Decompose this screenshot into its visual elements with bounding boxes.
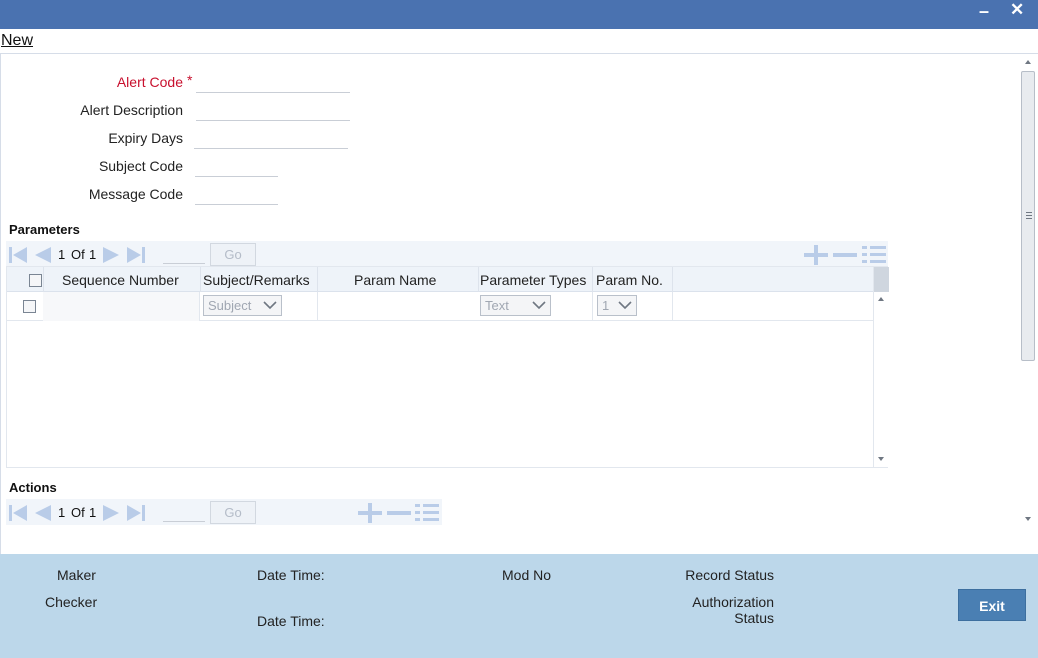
row-details-icon[interactable] [861, 245, 887, 265]
expiry-days-label: Expiry Days [108, 130, 183, 146]
param-no-select[interactable]: 1 [597, 295, 637, 316]
go-button[interactable]: Go [210, 501, 256, 524]
audit-footer: Maker Checker Date Time: Date Time: Mod … [0, 554, 1038, 658]
add-row-icon[interactable] [357, 503, 383, 523]
parameter-type-select[interactable]: Text [480, 295, 551, 316]
maker-date-time-label: Date Time: [257, 567, 325, 583]
close-icon[interactable]: ✕ [1010, 1, 1024, 19]
param-type-select-value: Text [485, 298, 509, 313]
alert-code-input[interactable] [196, 75, 350, 93]
scroll-thumb[interactable] [1021, 71, 1035, 361]
first-page-icon[interactable] [8, 504, 28, 522]
go-button[interactable]: Go [210, 243, 256, 266]
row-checkbox[interactable] [23, 300, 36, 313]
title-bar: – ✕ [0, 0, 1038, 29]
prev-page-icon[interactable] [32, 504, 52, 522]
subject-select-value: Subject [208, 298, 252, 313]
exit-button[interactable]: Exit [958, 589, 1026, 621]
message-code-label: Message Code [88, 186, 183, 202]
param-no-select-value: 1 [602, 298, 610, 313]
add-row-icon[interactable] [803, 245, 829, 265]
table-row: Subject Text 1 [7, 292, 873, 321]
record-status-label: Record Status [685, 567, 774, 583]
parameters-grid: Sequence Number Subject/Remarks Param Na… [6, 266, 889, 468]
next-page-icon[interactable] [102, 246, 122, 264]
page-of-text: Of [71, 505, 85, 520]
scroll-down-icon[interactable] [1025, 517, 1031, 521]
last-page-icon[interactable] [126, 504, 146, 522]
checker-date-time-label: Date Time: [257, 613, 325, 629]
last-page-icon[interactable] [126, 246, 146, 264]
minimize-icon[interactable]: – [979, 2, 989, 20]
scroll-up-icon[interactable] [1025, 60, 1031, 64]
column-subject-remarks[interactable]: Subject/Remarks [203, 272, 310, 288]
page-of-text: Of [71, 247, 85, 262]
column-sequence-number[interactable]: Sequence Number [62, 272, 179, 288]
column-param-name[interactable]: Param Name [354, 272, 436, 288]
authorization-status-label: Status [734, 610, 774, 626]
page-number-input[interactable] [163, 504, 205, 522]
mod-no-label: Mod No [502, 567, 552, 583]
delete-row-icon[interactable] [386, 503, 412, 523]
alert-code-label: Alert Code [116, 74, 183, 90]
page-number-input[interactable] [163, 246, 205, 264]
subject-code-label: Subject Code [98, 158, 183, 174]
scroll-down-icon[interactable] [878, 457, 884, 461]
message-code-input[interactable] [195, 187, 278, 205]
page-scrollbar[interactable] [1020, 54, 1036, 526]
select-all-checkbox[interactable] [29, 274, 42, 287]
grid-scrollbar[interactable] [873, 267, 889, 467]
scroll-up-icon[interactable] [878, 297, 884, 301]
parameters-toolbar: 1 Of 1 Go [6, 241, 888, 267]
required-asterisk: * [187, 72, 193, 88]
sequence-number-cell[interactable] [43, 292, 200, 321]
prev-page-icon[interactable] [32, 246, 52, 264]
total-pages: 1 [89, 247, 97, 262]
chevron-down-icon [618, 301, 632, 310]
actions-title: Actions [9, 480, 57, 495]
row-details-icon[interactable] [414, 503, 440, 523]
column-param-no[interactable]: Param No. [596, 272, 663, 288]
first-page-icon[interactable] [8, 246, 28, 264]
new-menu-link[interactable]: New [1, 32, 33, 50]
maker-label: Maker [57, 567, 96, 583]
subject-remarks-select[interactable]: Subject [203, 295, 282, 316]
current-page: 1 [58, 247, 66, 262]
expiry-days-input[interactable] [194, 131, 348, 149]
subject-code-input[interactable] [195, 159, 278, 177]
chevron-down-icon [532, 301, 546, 310]
checker-label: Checker [45, 594, 98, 610]
chevron-down-icon [263, 301, 277, 310]
alert-description-input[interactable] [196, 103, 350, 121]
parameters-title: Parameters [9, 222, 80, 237]
total-pages: 1 [89, 505, 97, 520]
alert-description-label: Alert Description [80, 102, 183, 118]
actions-toolbar: 1 Of 1 Go [6, 499, 442, 525]
delete-row-icon[interactable] [832, 245, 858, 265]
authorization-label: Authorization [692, 594, 774, 610]
menu-bar: New [0, 29, 1038, 54]
column-parameter-types[interactable]: Parameter Types [480, 272, 586, 288]
current-page: 1 [58, 505, 66, 520]
next-page-icon[interactable] [102, 504, 122, 522]
grid-header: Sequence Number Subject/Remarks Param Na… [7, 267, 873, 292]
